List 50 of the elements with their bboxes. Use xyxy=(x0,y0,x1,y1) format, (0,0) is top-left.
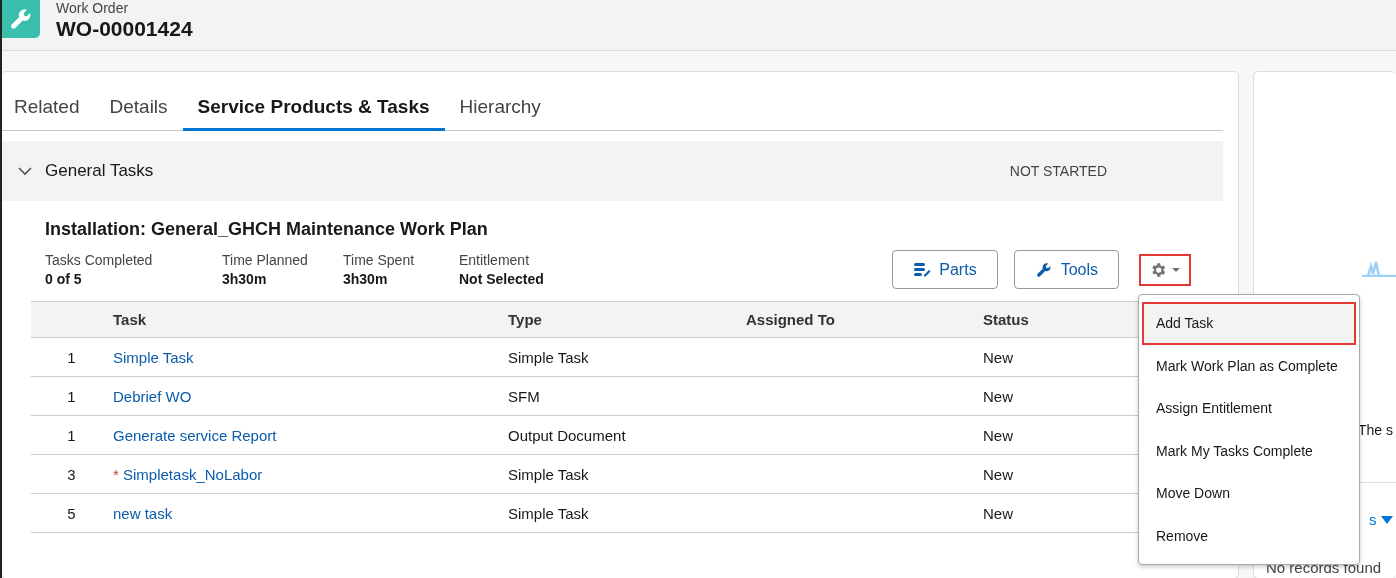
task-link[interactable]: * Simpletask_NoLabor xyxy=(113,465,263,483)
tab[interactable]: Related xyxy=(2,88,95,131)
wrench-icon xyxy=(1034,260,1053,279)
task-link[interactable]: new task xyxy=(113,504,173,522)
table-cell: New xyxy=(983,465,1013,483)
tab[interactable]: Hierarchy xyxy=(444,88,556,131)
settings-menu-button[interactable] xyxy=(1139,253,1191,286)
sequence-number: 3 xyxy=(67,465,76,483)
stat-value: 3h30m xyxy=(343,270,389,289)
stat-value: 0 of 5 xyxy=(45,270,83,289)
tab[interactable]: Service Products & Tasks xyxy=(182,88,445,131)
caret-icon xyxy=(1380,515,1393,525)
stat-label: Entitlement xyxy=(459,251,531,270)
task-link[interactable]: Debrief WO xyxy=(113,387,192,405)
object-type-label: Work Order xyxy=(56,0,130,16)
table-cell: Output Document xyxy=(508,426,626,444)
list-edit-icon xyxy=(913,260,932,279)
column-header: Assigned To xyxy=(745,301,982,338)
task-link[interactable]: Simple Task xyxy=(113,348,194,366)
table-cell: New xyxy=(983,348,1013,366)
table-cell: SFM xyxy=(508,387,540,405)
sequence-number: 1 xyxy=(67,387,76,405)
tools-button[interactable]: Tools xyxy=(1013,250,1119,289)
stat-label: Time Spent xyxy=(343,251,416,270)
table-cell: New xyxy=(983,426,1013,444)
tab[interactable]: Details xyxy=(94,88,183,131)
sequence-number: 5 xyxy=(67,504,76,522)
section-status: NOT STARTED xyxy=(1009,163,1107,179)
table-cell: New xyxy=(983,387,1013,405)
record-title: WO-00001424 xyxy=(56,16,193,42)
dropdown-link[interactable]: s xyxy=(1369,511,1393,528)
parts-button[interactable]: Parts xyxy=(892,250,998,289)
column-header: Type xyxy=(507,301,745,338)
column-header: Task xyxy=(112,301,507,338)
work-plan-title: Installation: General_GHCH Maintenance Work Plan xyxy=(45,219,489,240)
sequence-number: 1 xyxy=(67,426,76,444)
stat-value: Not Selected xyxy=(459,270,544,289)
stat-label: Time Planned xyxy=(222,251,309,270)
menu-item[interactable]: Add Task xyxy=(1142,302,1356,345)
sequence-number: 1 xyxy=(67,348,76,366)
side-text: The s xyxy=(1358,422,1393,438)
table-cell: Simple Task xyxy=(508,504,589,522)
task-link[interactable]: Generate service Report xyxy=(113,426,277,444)
stat-label: Tasks Completed xyxy=(45,251,154,270)
table-cell: New xyxy=(983,504,1013,522)
table-cell: Simple Task xyxy=(508,465,589,483)
section-header[interactable]: General Tasks NOT STARTED xyxy=(2,141,1223,201)
table-cell: Simple Task xyxy=(508,348,589,366)
section-title: General Tasks xyxy=(45,161,154,181)
stat-value: 3h30m xyxy=(222,270,268,289)
